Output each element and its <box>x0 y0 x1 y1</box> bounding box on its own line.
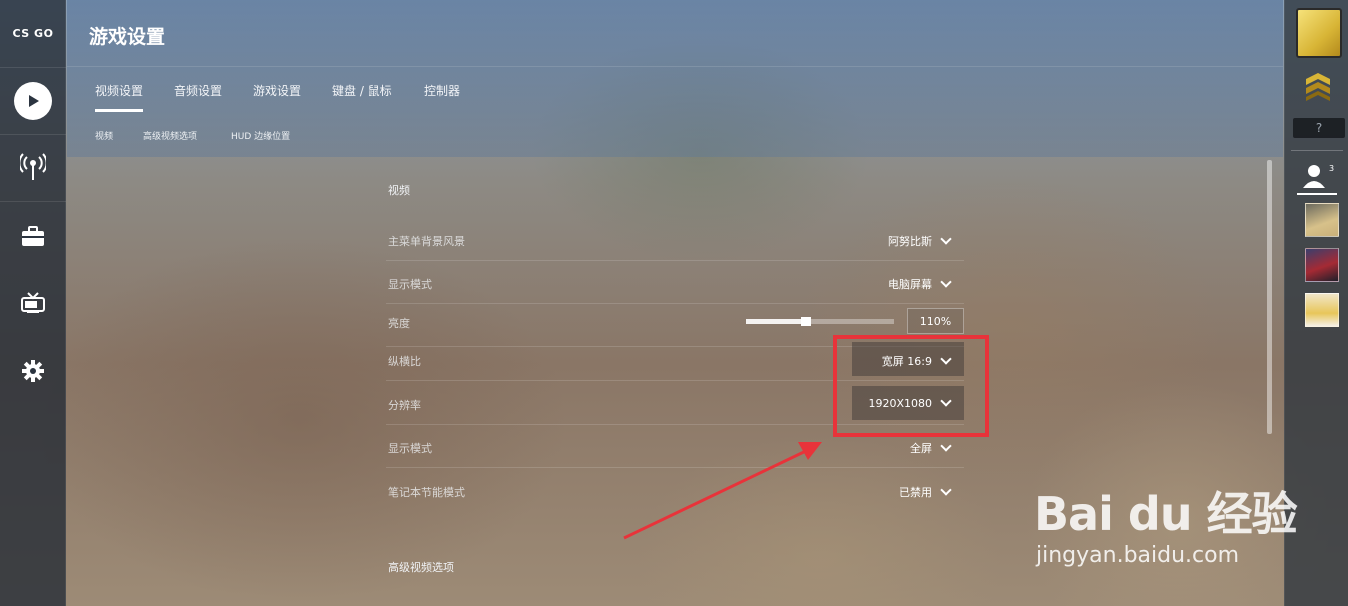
service-medal-avatar[interactable] <box>1296 8 1342 58</box>
skill-group-unknown: ? <box>1293 118 1345 138</box>
right-divider <box>1291 150 1343 151</box>
baidu-watermark-logo: Bai du 经验 <box>1034 487 1298 541</box>
friends-count: 3 <box>1329 164 1335 173</box>
friends-tab-indicator <box>1297 193 1337 195</box>
friend-avatar[interactable] <box>1305 248 1339 282</box>
baidu-watermark-url: jingyan.baidu.com <box>1036 543 1240 568</box>
friend-avatar[interactable] <box>1305 293 1339 327</box>
rank-chevron-icon[interactable] <box>1305 72 1331 102</box>
friend-avatar[interactable] <box>1305 203 1339 237</box>
